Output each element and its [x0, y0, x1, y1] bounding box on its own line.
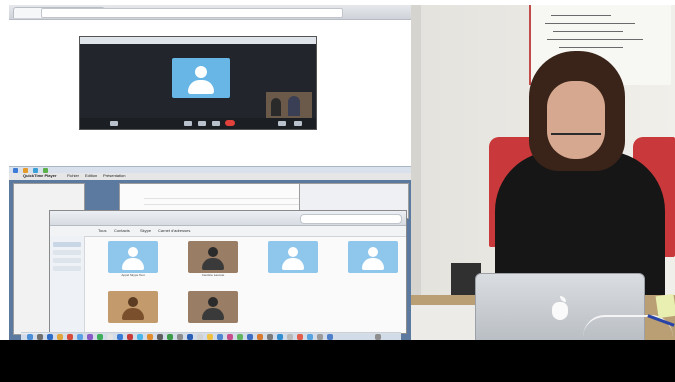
mac-desktop: Tous Contacts Skype Carnet d'adresses Ap… — [9, 180, 411, 340]
video-toggle-icon[interactable] — [184, 121, 192, 126]
default-avatar-icon — [108, 241, 158, 273]
list-item[interactable] — [144, 200, 304, 205]
contact-avatar-icon — [172, 58, 230, 98]
sidebar-item[interactable] — [53, 250, 81, 255]
contacts-toolbar — [50, 211, 406, 226]
contact-card[interactable]: Caroline Lacoste — [188, 241, 238, 281]
contact-card[interactable] — [188, 291, 238, 331]
photo-avatar-icon — [108, 291, 158, 323]
end-call-button[interactable] — [225, 120, 235, 126]
video-frame: QuickTime Player Fichier Edition Présent… — [0, 0, 675, 382]
chat-icon[interactable] — [110, 121, 118, 126]
glasses — [551, 133, 601, 143]
menu-item-view[interactable]: Présentation — [103, 173, 125, 178]
menu-item-file[interactable]: Fichier — [67, 173, 79, 178]
microphone-icon[interactable] — [198, 121, 206, 126]
contact-card-name: Appel Skype Test — [121, 273, 145, 277]
contact-card[interactable] — [348, 241, 398, 281]
browser-address-bar[interactable] — [41, 8, 343, 18]
volume-icon[interactable] — [278, 121, 286, 126]
default-avatar-icon — [348, 241, 398, 273]
menu-item-edit[interactable]: Edition — [85, 173, 97, 178]
letterbox-bar — [0, 340, 675, 382]
self-video-preview — [266, 92, 312, 118]
contact-card[interactable] — [108, 291, 158, 331]
sidebar-item[interactable] — [53, 266, 81, 271]
camera-feed — [411, 5, 675, 340]
screen-capture: QuickTime Player Fichier Edition Présent… — [9, 5, 411, 340]
contacts-sidebar — [50, 236, 85, 333]
contact-card[interactable] — [268, 241, 318, 281]
add-icon[interactable] — [212, 121, 220, 126]
default-avatar-icon — [268, 241, 318, 273]
contacts-window: Tous Contacts Skype Carnet d'adresses Ap… — [49, 210, 407, 334]
browser-toolbar — [9, 5, 411, 20]
settings-icon[interactable] — [294, 121, 302, 126]
photo-avatar-icon — [188, 241, 238, 273]
contact-card-name: Caroline Lacoste — [201, 273, 225, 277]
photo-avatar-icon — [188, 291, 238, 323]
presenter-face — [547, 81, 605, 159]
door-frame — [411, 5, 421, 305]
search-input[interactable] — [300, 214, 402, 224]
tab-all[interactable]: Tous — [98, 228, 106, 233]
menu-app-name[interactable]: QuickTime Player — [23, 173, 57, 178]
apple-icon — [552, 302, 568, 320]
papers — [411, 305, 481, 340]
skype-titlebar — [80, 37, 316, 44]
tab-address-book[interactable]: Carnet d'adresses — [158, 228, 190, 233]
contact-card[interactable]: Appel Skype Test — [108, 241, 158, 281]
list-item[interactable] — [144, 194, 304, 199]
tab-contacts[interactable]: Contacts — [114, 228, 130, 233]
skype-call-window — [79, 36, 317, 130]
sticky-note — [655, 293, 675, 319]
mac-dock — [21, 332, 401, 340]
call-controls — [80, 118, 316, 129]
tab-skype[interactable]: Skype — [140, 228, 151, 233]
sidebar-item[interactable] — [53, 258, 81, 263]
contacts-tabs: Tous Contacts Skype Carnet d'adresses — [50, 226, 406, 237]
sidebar-item[interactable] — [53, 242, 81, 247]
